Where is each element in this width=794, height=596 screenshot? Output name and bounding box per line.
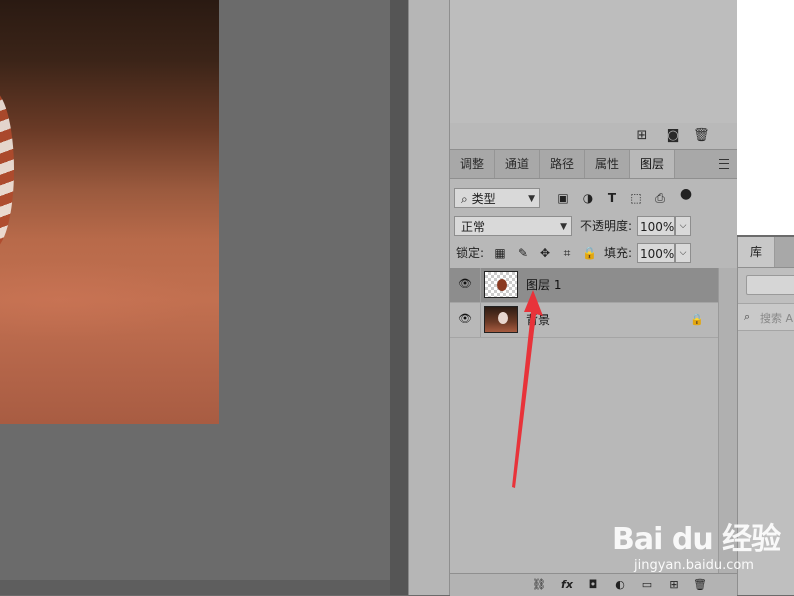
opacity-dropdown-button[interactable]: ⌵: [675, 216, 691, 236]
new-group-icon[interactable]: ▭: [640, 578, 654, 592]
type-layer-filter-icon[interactable]: T: [605, 191, 619, 205]
tab-layers[interactable]: 图层: [630, 150, 675, 178]
trash-icon[interactable]: 🗑: [693, 128, 710, 144]
link-layers-icon[interactable]: ⛓: [532, 578, 546, 592]
canvas-horizontal-scrollbar[interactable]: [0, 580, 390, 595]
smart-object-filter-icon[interactable]: ⎙: [653, 191, 667, 205]
divider: [480, 303, 481, 337]
library-search-placeholder: 搜索 A: [760, 312, 794, 325]
lock-artboard-icon[interactable]: ⌗: [560, 246, 574, 260]
watermark-url: jingyan.baidu.com: [634, 558, 754, 573]
canvas-image[interactable]: [0, 0, 219, 424]
lock-transparent-pixels-icon[interactable]: ▦: [493, 246, 507, 260]
layer-filter-dropdown[interactable]: ⌕ 类型 ▼: [454, 188, 540, 208]
fill-dropdown-button[interactable]: ⌵: [675, 243, 691, 263]
baidu-watermark: Bai du 经验 jingyan.baidu.com: [612, 508, 782, 578]
layer-row-layer-1[interactable]: 👁 图层 1: [450, 268, 718, 303]
tab-properties[interactable]: 属性: [585, 150, 630, 178]
delete-layer-icon[interactable]: 🗑: [693, 578, 707, 592]
document-white-area: [737, 0, 794, 235]
tab-adjustments[interactable]: 调整: [450, 150, 495, 178]
history-panel-footer: ⊞ ◙ 🗑: [450, 123, 737, 150]
blend-mode-dropdown[interactable]: 正常 ▼: [454, 216, 572, 236]
lock-icon[interactable]: 🔒: [690, 313, 704, 326]
chevron-down-icon: ▼: [528, 194, 535, 204]
camera-snapshot-icon[interactable]: ◙: [665, 128, 681, 144]
adjustment-layer-filter-icon[interactable]: ◑: [581, 191, 595, 205]
divider: [480, 268, 481, 302]
annotation-arrow: [512, 290, 543, 488]
library-selector[interactable]: [746, 275, 794, 295]
pixel-layer-filter-icon[interactable]: ▣: [556, 191, 570, 205]
watermark-logo-text: Bai du 经验: [612, 522, 781, 557]
fill-label: 填充:: [604, 246, 633, 260]
lock-image-pixels-icon[interactable]: ✎: [516, 246, 530, 260]
new-layer-icon[interactable]: ⊞: [667, 578, 681, 592]
lock-position-icon[interactable]: ✥: [538, 246, 552, 260]
add-mask-icon[interactable]: ◘: [586, 578, 600, 592]
canvas-vertical-scrollbar[interactable]: [390, 0, 408, 595]
history-panel-area: [450, 0, 737, 124]
chevron-down-icon: ▼: [560, 222, 567, 232]
visibility-eye-icon[interactable]: 👁: [458, 278, 472, 289]
panel-menu-icon[interactable]: [719, 159, 729, 169]
library-search[interactable]: ⌕ 搜索 A: [738, 303, 794, 331]
panels-column: ⊞ ◙ 🗑 调整 通道 路径 属性 图层 ⌕ 类型 ▼ ▣ ◑ T ⬚ ⎙ ● …: [449, 0, 738, 596]
adjustment-layer-icon[interactable]: ◐: [613, 578, 627, 592]
tab-paths[interactable]: 路径: [540, 150, 585, 178]
lock-label: 锁定:: [456, 246, 485, 260]
filter-toggle-icon[interactable]: ●: [679, 187, 693, 201]
opacity-label: 不透明度:: [580, 219, 633, 233]
layer-row-background[interactable]: 👁 背景 🔒: [450, 303, 718, 338]
fx-layer-style-icon[interactable]: fx: [560, 578, 574, 592]
layers-panel-tabbar: 调整 通道 路径 属性 图层: [450, 150, 737, 179]
visibility-eye-icon[interactable]: 👁: [458, 313, 472, 324]
lock-all-icon[interactable]: 🔒: [582, 246, 597, 260]
search-icon: ⌕: [461, 192, 468, 206]
tab-channels[interactable]: 通道: [495, 150, 540, 178]
tab-library[interactable]: 库: [738, 237, 775, 267]
fill-input[interactable]: 100%: [637, 243, 675, 263]
shape-layer-filter-icon[interactable]: ⬚: [629, 191, 643, 205]
layer-filter-value: 类型: [471, 192, 496, 206]
collapsed-panel-dock: [408, 0, 450, 595]
search-icon: ⌕: [744, 310, 751, 323]
opacity-input[interactable]: 100%: [637, 216, 675, 236]
blend-mode-value: 正常: [461, 220, 486, 234]
new-document-from-state-icon[interactable]: ⊞: [634, 128, 650, 144]
